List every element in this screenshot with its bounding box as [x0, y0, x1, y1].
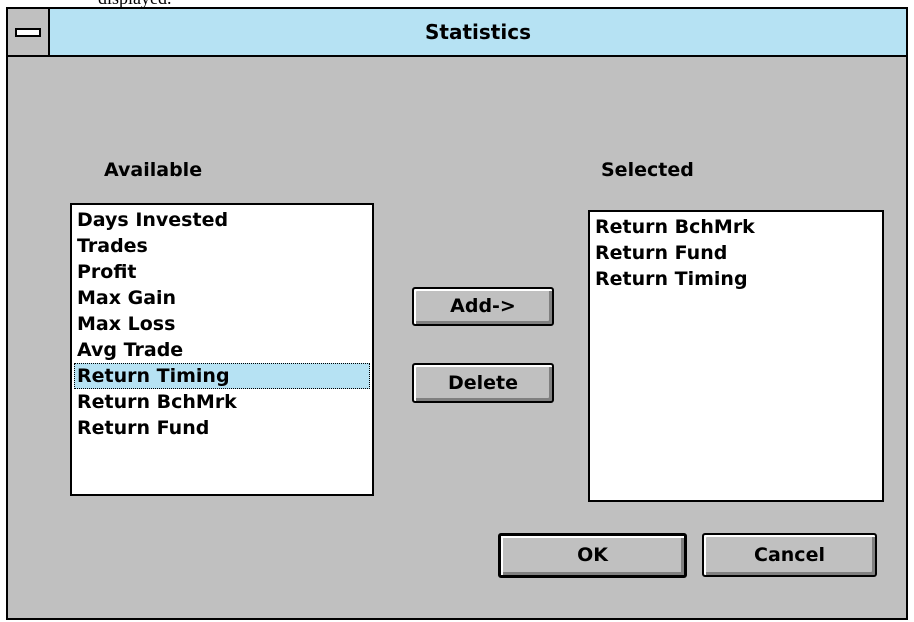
available-list-item[interactable]: Return Fund [74, 415, 370, 441]
available-label: Available [104, 159, 203, 181]
dialog-title: Statistics [425, 20, 531, 44]
available-list: Days Invested Trades Profit Max Gain Max Los… [72, 205, 372, 441]
available-list-item[interactable]: Max Gain [74, 285, 370, 311]
available-list-item[interactable]: Profit [74, 259, 370, 285]
selected-list-item[interactable]: Return Fund [592, 240, 880, 266]
available-list-item[interactable]: Max Loss [74, 311, 370, 337]
available-list-item[interactable]: Return Timing [74, 363, 370, 389]
selected-label: Selected [601, 159, 694, 181]
available-listbox[interactable]: Days Invested Trades Profit Max Gain Max Los… [70, 203, 374, 496]
selected-list-item[interactable]: Return Timing [592, 266, 880, 292]
ok-button[interactable]: OK [498, 533, 687, 578]
title-bar[interactable]: Statistics [8, 9, 906, 57]
statistics-dialog: Statistics Available Selected Days Inves… [6, 7, 908, 620]
available-list-item[interactable]: Trades [74, 233, 370, 259]
cancel-button[interactable]: Cancel [702, 533, 877, 577]
delete-button[interactable]: Delete [412, 363, 554, 403]
available-list-item[interactable]: Return BchMrk [74, 389, 370, 415]
selected-list: Return BchMrk Return Fund Return Timing [590, 212, 882, 292]
system-menu-button[interactable] [8, 9, 50, 55]
selected-listbox[interactable]: Return BchMrk Return Fund Return Timing [588, 210, 884, 502]
add-button[interactable]: Add-> [412, 287, 554, 326]
available-list-item[interactable]: Avg Trade [74, 337, 370, 363]
available-list-item[interactable]: Days Invested [74, 207, 370, 233]
page: displayed. Statistics Available Selected… [0, 0, 914, 622]
system-menu-icon [15, 28, 41, 37]
selected-list-item[interactable]: Return BchMrk [592, 214, 880, 240]
